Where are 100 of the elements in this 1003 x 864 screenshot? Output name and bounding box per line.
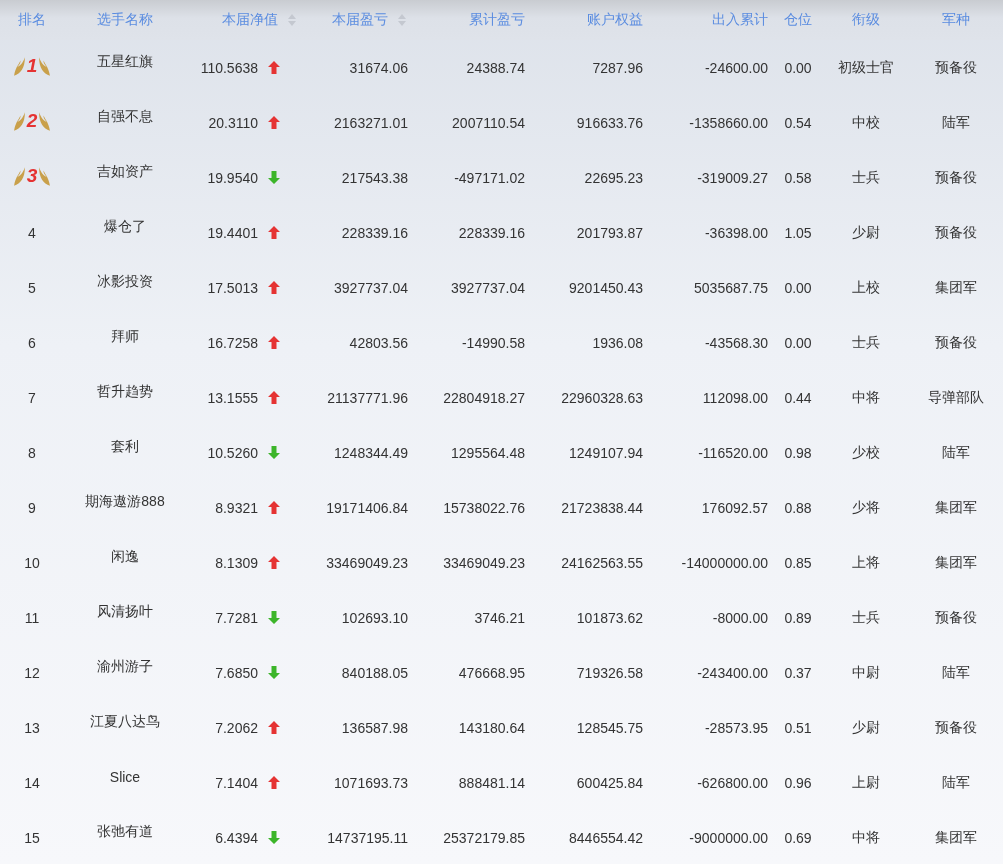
player-name: 冰影投资 bbox=[97, 272, 153, 289]
table-cell: -319009.27 bbox=[697, 169, 768, 186]
table-cell: 3746.21 bbox=[474, 609, 525, 626]
table-cell: 1.05 bbox=[784, 224, 812, 241]
table-cell: 预备役 bbox=[935, 168, 977, 185]
table-cell: 中校 bbox=[851, 113, 880, 130]
sort-icon[interactable] bbox=[398, 14, 406, 27]
table-cell: 0.51 bbox=[784, 719, 812, 736]
table-cell: 112098.00 bbox=[702, 389, 768, 406]
table-cell: 14737195.11 bbox=[327, 829, 408, 846]
table-cell: 预备役 bbox=[935, 333, 977, 350]
rank-number: 7 bbox=[28, 389, 36, 406]
table-cell: 0.58 bbox=[784, 169, 812, 186]
table-cell: 888481.14 bbox=[458, 774, 525, 791]
table-cell: 5035687.75 bbox=[694, 279, 768, 296]
player-name: 渝州游子 bbox=[97, 657, 153, 674]
rank-number: 1 bbox=[26, 55, 38, 77]
table-cell: 9201450.43 bbox=[569, 279, 643, 296]
table-cell: 0.96 bbox=[784, 774, 812, 791]
rank-number: 15 bbox=[24, 829, 40, 846]
table-cell: 24388.74 bbox=[466, 59, 525, 76]
table-cell: 476668.95 bbox=[458, 664, 525, 681]
table-cell: -8000.00 bbox=[712, 609, 768, 626]
table-cell: 3927737.04 bbox=[334, 279, 408, 296]
rank-number: 4 bbox=[28, 224, 36, 241]
table-cell: 2163271.01 bbox=[334, 114, 408, 131]
wing-icon bbox=[12, 55, 26, 77]
table-cell: 228339.16 bbox=[341, 224, 408, 241]
table-cell: 136587.98 bbox=[341, 719, 408, 736]
rank-number: 14 bbox=[24, 774, 40, 791]
rank-number: 3 bbox=[26, 165, 38, 187]
table-cell: 少尉 bbox=[851, 718, 880, 735]
column-header: 军种 bbox=[942, 11, 970, 27]
table-cell: 176092.57 bbox=[701, 499, 768, 516]
table-cell: -43568.30 bbox=[704, 334, 768, 351]
table-cell: 0.98 bbox=[784, 444, 812, 461]
table-cell: 33469049.23 bbox=[443, 554, 525, 571]
player-name: Slice bbox=[109, 768, 141, 785]
table-cell: 陆军 bbox=[942, 443, 970, 460]
table-cell: -9000000.00 bbox=[689, 829, 768, 846]
table-cell: 预备役 bbox=[935, 223, 977, 240]
table-cell: 25372179.85 bbox=[443, 829, 525, 846]
table-cell: 1936.08 bbox=[592, 334, 643, 351]
table-cell: 0.00 bbox=[784, 334, 812, 351]
column-header: 排名 bbox=[18, 11, 46, 27]
rank-number: 8 bbox=[28, 444, 36, 461]
player-name: 张弛有道 bbox=[97, 822, 153, 839]
table-cell: -497171.02 bbox=[454, 169, 525, 186]
table-cell: 0.85 bbox=[784, 554, 812, 571]
table-cell: 840188.05 bbox=[341, 664, 408, 681]
table-cell: 228339.16 bbox=[458, 224, 525, 241]
table-cell: 0.88 bbox=[784, 499, 812, 516]
table-cell: 916633.76 bbox=[576, 114, 643, 131]
rank-number: 10 bbox=[24, 554, 40, 571]
net-value: 19.4401 bbox=[207, 224, 258, 241]
table-cell: 24162563.55 bbox=[561, 554, 643, 571]
table-cell: 1248344.49 bbox=[334, 444, 408, 461]
player-name: 拜师 bbox=[111, 327, 139, 344]
table-cell: -36398.00 bbox=[704, 224, 768, 241]
table-cell: 0.89 bbox=[784, 609, 812, 626]
table-cell: 预备役 bbox=[935, 608, 977, 625]
table-cell: 0.00 bbox=[784, 279, 812, 296]
table-cell: 21723838.44 bbox=[561, 499, 643, 516]
table-cell: 士兵 bbox=[851, 168, 880, 185]
net-value: 8.1309 bbox=[215, 554, 258, 571]
table-cell: 集团军 bbox=[935, 278, 977, 295]
rank-number: 12 bbox=[24, 664, 40, 681]
table-cell: 0.44 bbox=[784, 389, 812, 406]
column-header[interactable]: 本届净值 bbox=[222, 11, 278, 27]
table-cell: 中尉 bbox=[851, 663, 880, 680]
column-header[interactable]: 本届盈亏 bbox=[332, 11, 388, 27]
table-cell: 预备役 bbox=[935, 58, 977, 75]
table-cell: 初级士官 bbox=[837, 58, 894, 75]
table-cell: -28573.95 bbox=[704, 719, 768, 736]
wing-icon bbox=[12, 110, 26, 132]
table-cell: 上校 bbox=[851, 278, 880, 295]
net-value: 13.1555 bbox=[207, 389, 258, 406]
table-cell: 陆军 bbox=[942, 663, 970, 680]
table-cell: 2007110.54 bbox=[452, 114, 525, 131]
net-value: 16.7258 bbox=[207, 334, 258, 351]
net-value: 17.5013 bbox=[207, 279, 258, 296]
wing-icon bbox=[38, 55, 52, 77]
rank-number: 13 bbox=[24, 719, 40, 736]
table-cell: 102693.10 bbox=[341, 609, 408, 626]
table-cell: -116520.00 bbox=[698, 444, 768, 461]
column-header: 仓位 bbox=[784, 11, 812, 27]
table-cell: 导弹部队 bbox=[928, 388, 984, 405]
rank-number: 5 bbox=[28, 279, 36, 296]
table-cell: 少尉 bbox=[851, 223, 880, 240]
column-header: 出入累计 bbox=[712, 11, 768, 27]
player-name: 自强不息 bbox=[97, 107, 153, 124]
table-cell: 201793.87 bbox=[576, 224, 643, 241]
column-header: 选手名称 bbox=[97, 11, 153, 27]
sort-icon[interactable] bbox=[288, 14, 296, 27]
table-cell: 15738022.76 bbox=[443, 499, 525, 516]
net-value: 8.9321 bbox=[215, 499, 258, 516]
net-value: 7.6850 bbox=[215, 664, 258, 681]
table-cell: 719326.58 bbox=[576, 664, 643, 681]
table-cell: 集团军 bbox=[935, 553, 977, 570]
table-cell: 陆军 bbox=[942, 773, 970, 790]
